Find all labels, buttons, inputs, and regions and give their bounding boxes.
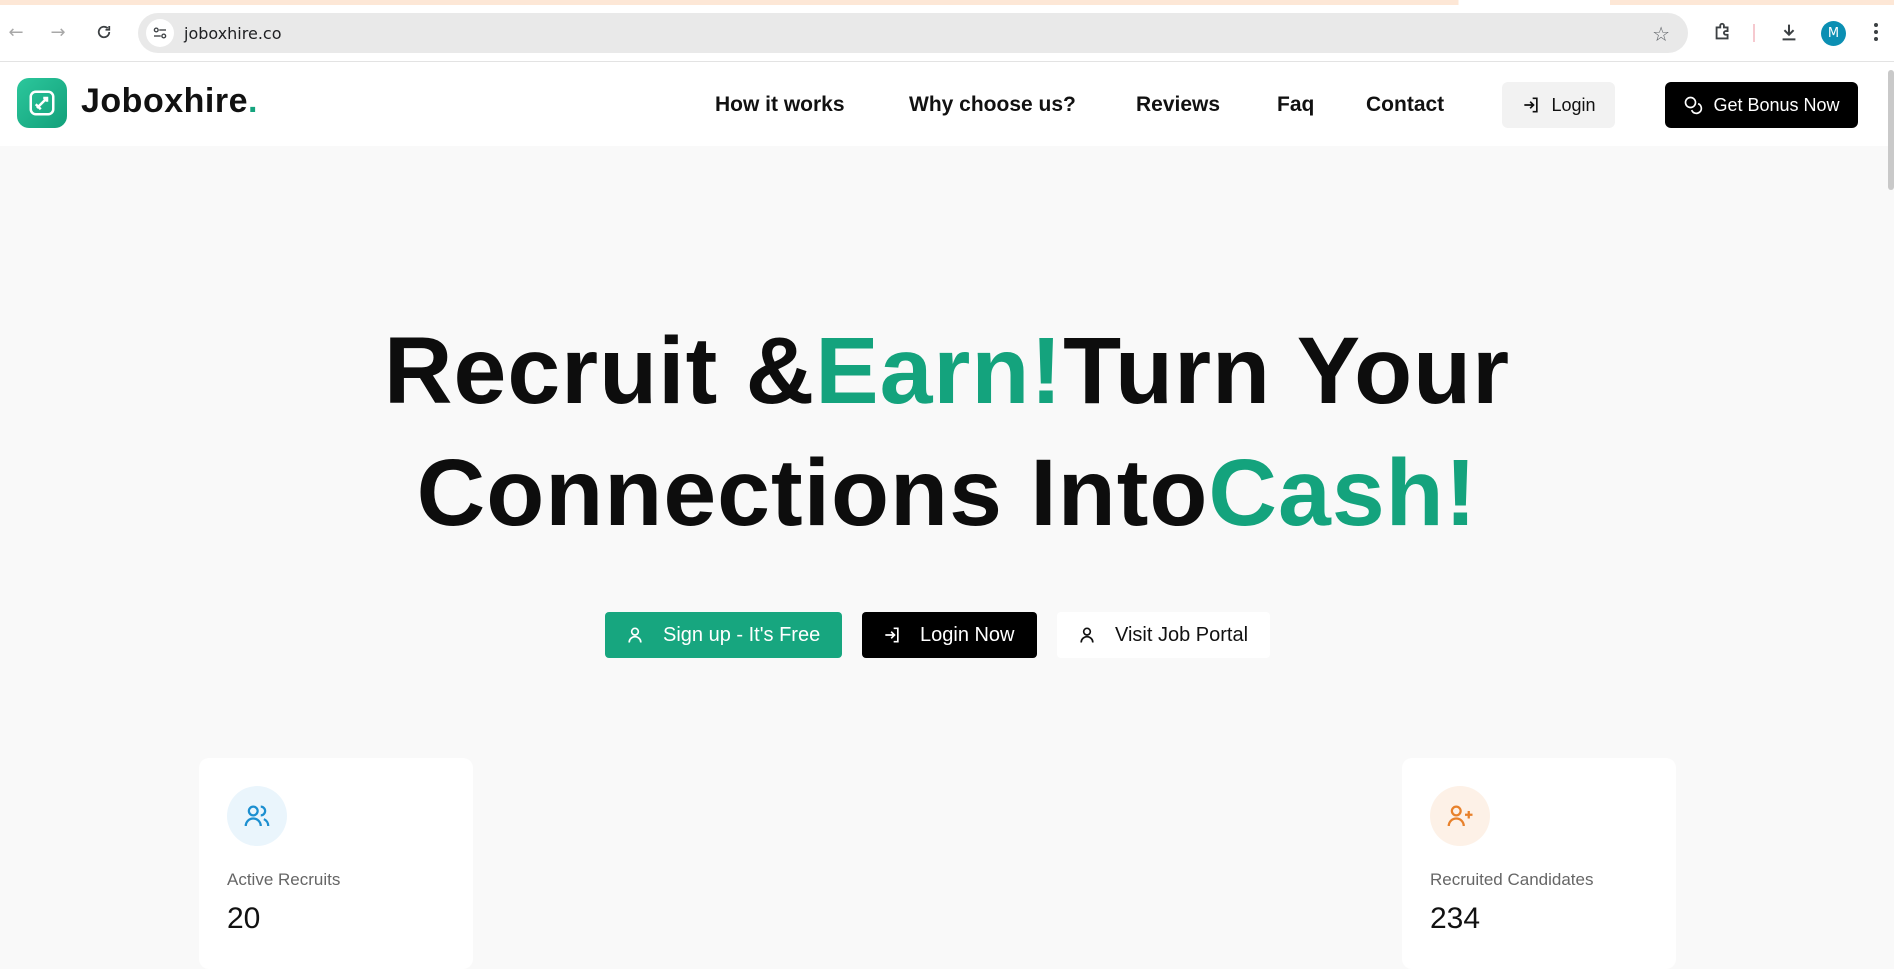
active-recruits-label: Active Recruits bbox=[227, 870, 341, 889]
hero-title: Recruit &Earn!Turn Your Connections Into… bbox=[0, 310, 1894, 554]
header-login-label: Login bbox=[1551, 94, 1596, 115]
recruited-candidates-card: Recruited Candidates 234 bbox=[1402, 758, 1676, 969]
recruited-candidates-value: 234 bbox=[1430, 902, 1481, 935]
tab-strip bbox=[0, 0, 1894, 5]
login-icon bbox=[1524, 97, 1539, 113]
reload-icon[interactable] bbox=[92, 20, 116, 44]
brand-dot: . bbox=[247, 82, 258, 120]
hero-line1-accent: Earn! bbox=[815, 318, 1064, 424]
active-recruits-value: 20 bbox=[227, 902, 261, 935]
get-bonus-button[interactable]: Get Bonus Now bbox=[1665, 82, 1858, 128]
page-scrollbar[interactable] bbox=[1888, 70, 1894, 190]
login-now-label: Login Now bbox=[920, 623, 1015, 646]
coins-icon bbox=[1685, 96, 1703, 115]
url-text[interactable]: joboxhire.co bbox=[184, 24, 281, 43]
address-bar[interactable]: joboxhire.co ☆ bbox=[138, 13, 1688, 53]
extensions-icon[interactable] bbox=[1709, 18, 1737, 46]
visit-job-portal-button[interactable]: Visit Job Portal bbox=[1057, 612, 1270, 658]
download-icon[interactable] bbox=[1775, 18, 1803, 46]
nav-how-it-works[interactable]: How it works bbox=[715, 93, 845, 117]
visit-job-portal-label: Visit Job Portal bbox=[1115, 623, 1249, 646]
nav-reviews[interactable]: Reviews bbox=[1136, 93, 1220, 117]
toolbar-divider bbox=[1753, 24, 1755, 42]
more-menu-icon[interactable] bbox=[1866, 18, 1886, 46]
bookmark-star-icon[interactable]: ☆ bbox=[1652, 22, 1670, 46]
user-plus-icon bbox=[1430, 786, 1490, 846]
get-bonus-label: Get Bonus Now bbox=[1713, 94, 1840, 115]
site-info-icon[interactable] bbox=[146, 19, 174, 47]
header-login-button[interactable]: Login bbox=[1502, 82, 1615, 128]
cta-row: Sign up - It's Free Login Now Visit Job … bbox=[0, 612, 1894, 658]
browser-toolbar: ← → joboxhire.co ☆ M bbox=[0, 0, 1894, 62]
signup-button[interactable]: Sign up - It's Free bbox=[605, 612, 842, 658]
user-icon bbox=[1080, 627, 1094, 643]
profile-avatar[interactable]: M bbox=[1821, 21, 1846, 46]
hero-line1-a: Recruit & bbox=[383, 318, 816, 424]
brand-name[interactable]: Joboxhire. bbox=[81, 82, 258, 121]
site-header: Joboxhire. How it works Why choose us? R… bbox=[0, 62, 1894, 146]
login-now-button[interactable]: Login Now bbox=[862, 612, 1037, 658]
login-icon bbox=[885, 627, 899, 643]
back-icon[interactable]: ← bbox=[4, 20, 28, 44]
hero-line2-accent: Cash! bbox=[1208, 440, 1478, 546]
active-recruits-card: Active Recruits 20 bbox=[199, 758, 473, 969]
nav-why-choose-us[interactable]: Why choose us? bbox=[909, 93, 1076, 117]
nav-contact[interactable]: Contact bbox=[1366, 93, 1444, 117]
users-icon bbox=[227, 786, 287, 846]
hero-line2-a: Connections Into bbox=[416, 440, 1209, 546]
forward-icon[interactable]: → bbox=[46, 20, 70, 44]
recruited-candidates-label: Recruited Candidates bbox=[1430, 870, 1594, 889]
user-icon bbox=[628, 627, 642, 643]
brand-logo-icon[interactable] bbox=[17, 78, 67, 128]
signup-label: Sign up - It's Free bbox=[663, 623, 821, 646]
nav-faq[interactable]: Faq bbox=[1277, 93, 1314, 117]
hero-line1-b: Turn Your bbox=[1063, 318, 1511, 424]
brand-name-text: Joboxhire bbox=[81, 82, 248, 120]
